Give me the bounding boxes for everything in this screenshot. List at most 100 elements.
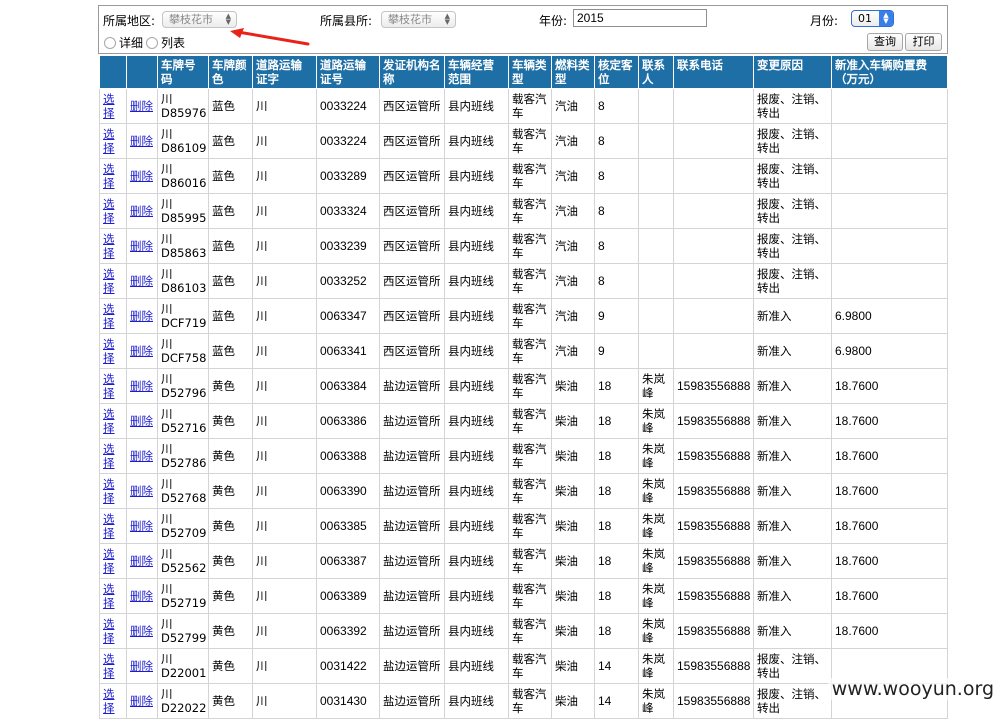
- phone-cell: [673, 88, 754, 124]
- delete-link[interactable]: 删除: [130, 589, 154, 603]
- scope-cell: 县内班线: [444, 158, 509, 194]
- col-header-vehicle-type: 车辆类型: [508, 55, 552, 89]
- region-label: 所属地区:: [103, 14, 156, 28]
- delete-link[interactable]: 删除: [130, 169, 154, 183]
- phone-cell: 15983556888: [673, 578, 754, 614]
- select-cell: 选择: [99, 158, 127, 194]
- select-link[interactable]: 选择: [103, 372, 116, 400]
- vehicle-table: 车牌号码 车牌颜色 道路运输证字 道路运输证号 发证机构名称 车辆经营范围 车辆…: [99, 55, 948, 719]
- select-link[interactable]: 选择: [103, 547, 116, 575]
- scope-cell: 县内班线: [444, 123, 509, 159]
- county-select[interactable]: 攀枝花市 ▲ ▼: [381, 11, 456, 28]
- table-header-row: 车牌号码 车牌颜色 道路运输证字 道路运输证号 发证机构名称 车辆经营范围 车辆…: [99, 55, 948, 89]
- table-row: 选择 删除 川D86016 蓝色川 0033289 西区运管所 县内班线 载客汽车 汽油 8 报废、…: [99, 158, 948, 194]
- plate-cell: 川D86109: [157, 123, 209, 159]
- issuer-cell: 盐边运管所: [379, 403, 445, 439]
- delete-link[interactable]: 删除: [130, 134, 154, 148]
- delete-cell: 删除: [126, 123, 158, 159]
- seats-cell: 8: [594, 193, 639, 229]
- select-link[interactable]: 选择: [103, 197, 116, 225]
- cert-no-cell: 0033239: [316, 228, 380, 264]
- select-link[interactable]: 选择: [103, 477, 116, 505]
- delete-cell: 删除: [126, 438, 158, 474]
- seats-cell: 18: [594, 543, 639, 579]
- phone-cell: [673, 298, 754, 334]
- radio-detail-label: 详细: [119, 36, 144, 50]
- select-cell: 选择: [99, 543, 127, 579]
- phone-cell: 15983556888: [673, 543, 754, 579]
- fuel-cell: 柴油: [551, 648, 595, 684]
- filter-panel: 所属地区: 攀枝花市 ▲▼ 所属县所: 攀枝花市 ▲▼ 年份: 月份: 01 ▲…: [98, 5, 948, 54]
- select-cell: 选择: [99, 368, 127, 404]
- select-link[interactable]: 选择: [103, 232, 116, 260]
- select-cell: 选择: [99, 298, 127, 334]
- plate-color-cell: 蓝色: [208, 333, 253, 369]
- delete-link[interactable]: 删除: [130, 274, 154, 288]
- select-link[interactable]: 选择: [103, 162, 116, 190]
- select-link[interactable]: 选择: [103, 267, 116, 295]
- contact-cell: [638, 298, 674, 334]
- select-link[interactable]: 选择: [103, 92, 116, 120]
- region-select[interactable]: 攀枝花市 ▲ ▼: [162, 11, 237, 28]
- plate-cell: 川D85995: [157, 193, 209, 229]
- radio-detail[interactable]: [104, 36, 116, 49]
- vehicle-type-cell: 载客汽车: [508, 648, 552, 684]
- table-row: 选择 删除 川DCF758 蓝色川 0063341 西区运管所 县内班线 载客汽车 汽油 9 新准入…: [99, 333, 948, 369]
- scope-cell: 县内班线: [444, 578, 509, 614]
- select-link[interactable]: 选择: [103, 617, 116, 645]
- select-link[interactable]: 选择: [103, 302, 116, 330]
- delete-cell: 删除: [126, 263, 158, 299]
- delete-link[interactable]: 删除: [130, 309, 154, 323]
- select-link[interactable]: 选择: [103, 442, 116, 470]
- reason-cell: 报废、注销、转出: [753, 193, 832, 229]
- delete-link[interactable]: 删除: [130, 554, 154, 568]
- radio-detail-option[interactable]: 详细: [104, 34, 143, 51]
- delete-link[interactable]: 删除: [130, 99, 154, 113]
- delete-link[interactable]: 删除: [130, 624, 154, 638]
- table-row: 选择 删除 川D52716 黄色川 0063386 盐边运管所 县内班线 载客汽车 柴油 18 朱岚…: [99, 403, 948, 439]
- delete-link[interactable]: 删除: [130, 414, 154, 428]
- delete-link[interactable]: 删除: [130, 449, 154, 463]
- select-link[interactable]: 选择: [103, 582, 116, 610]
- issuer-cell: 盐边运管所: [379, 473, 445, 509]
- delete-link[interactable]: 删除: [130, 484, 154, 498]
- year-input[interactable]: [573, 9, 707, 27]
- select-link[interactable]: 选择: [103, 127, 116, 155]
- radio-list-option[interactable]: 列表: [146, 34, 185, 51]
- table-row: 选择 删除 川D85863 蓝色川 0033239 西区运管所 县内班线 载客汽车 汽油 8 报废、…: [99, 228, 948, 264]
- issuer-cell: 西区运管所: [379, 298, 445, 334]
- phone-cell: [673, 333, 754, 369]
- fuel-cell: 汽油: [551, 158, 595, 194]
- select-link[interactable]: 选择: [103, 652, 116, 680]
- query-button[interactable]: 查询: [867, 33, 903, 51]
- radio-list[interactable]: [146, 36, 158, 49]
- issuer-cell: 西区运管所: [379, 158, 445, 194]
- seats-cell: 14: [594, 648, 639, 684]
- delete-link[interactable]: 删除: [130, 239, 154, 253]
- delete-link[interactable]: 删除: [130, 694, 154, 708]
- month-select[interactable]: 01 ▲ ▼: [851, 10, 894, 27]
- scope-cell: 县内班线: [444, 438, 509, 474]
- delete-cell: 删除: [126, 473, 158, 509]
- delete-link[interactable]: 删除: [130, 204, 154, 218]
- issuer-cell: 盐边运管所: [379, 438, 445, 474]
- seats-cell: 18: [594, 473, 639, 509]
- print-button[interactable]: 打印: [905, 33, 942, 51]
- vehicle-type-cell: 载客汽车: [508, 333, 552, 369]
- select-link[interactable]: 选择: [103, 687, 116, 715]
- issuer-cell: 西区运管所: [379, 333, 445, 369]
- vehicle-type-cell: 载客汽车: [508, 508, 552, 544]
- delete-link[interactable]: 删除: [130, 344, 154, 358]
- select-link[interactable]: 选择: [103, 512, 116, 540]
- seats-cell: 9: [594, 333, 639, 369]
- select-link[interactable]: 选择: [103, 337, 116, 365]
- plate-color-cell: 黄色: [208, 508, 253, 544]
- select-link[interactable]: 选择: [103, 407, 116, 435]
- delete-link[interactable]: 删除: [130, 379, 154, 393]
- cost-cell: 18.7600: [831, 543, 948, 579]
- fuel-cell: 柴油: [551, 438, 595, 474]
- scope-cell: 县内班线: [444, 648, 509, 684]
- delete-link[interactable]: 删除: [130, 659, 154, 673]
- contact-cell: 朱岚峰: [638, 578, 674, 614]
- delete-link[interactable]: 删除: [130, 519, 154, 533]
